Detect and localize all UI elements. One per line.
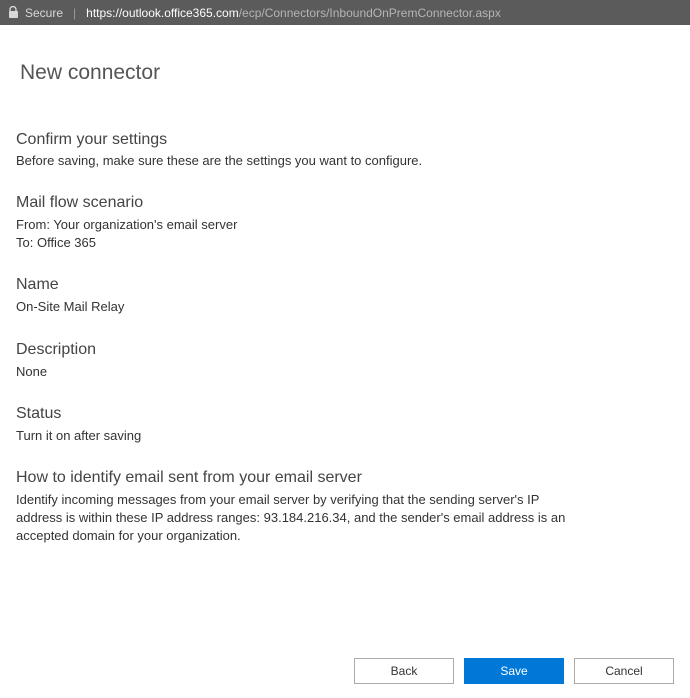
status-value: Turn it on after saving — [16, 427, 674, 445]
save-button[interactable]: Save — [464, 658, 564, 684]
lock-icon — [8, 6, 19, 19]
addressbar-divider: | — [73, 6, 76, 20]
description-value: None — [16, 363, 674, 381]
identify-value: Identify incoming messages from your ema… — [16, 491, 586, 546]
dialog-content: New connector Confirm your settings Befo… — [0, 25, 690, 588]
mailflow-block: Mail flow scenario From: Your organizati… — [16, 194, 674, 252]
secure-label: Secure — [25, 6, 63, 20]
status-label: Status — [16, 405, 674, 423]
page-title: New connector — [20, 61, 674, 85]
name-value: On-Site Mail Relay — [16, 298, 674, 316]
description-label: Description — [16, 341, 674, 359]
cancel-button[interactable]: Cancel — [574, 658, 674, 684]
identify-block: How to identify email sent from your ema… — [16, 469, 674, 546]
mailflow-to: To: Office 365 — [16, 234, 674, 252]
browser-address-bar: Secure | https://outlook.office365.com/e… — [0, 0, 690, 25]
url: https://outlook.office365.com/ecp/Connec… — [86, 6, 501, 20]
confirm-subtext: Before saving, make sure these are the s… — [16, 153, 674, 168]
name-block: Name On-Site Mail Relay — [16, 276, 674, 316]
back-button[interactable]: Back — [354, 658, 454, 684]
name-label: Name — [16, 276, 674, 294]
identify-label: How to identify email sent from your ema… — [16, 469, 674, 487]
mailflow-label: Mail flow scenario — [16, 194, 674, 212]
url-origin: https://outlook.office365.com — [86, 6, 239, 20]
mailflow-from: From: Your organization's email server — [16, 216, 674, 234]
confirm-heading: Confirm your settings — [16, 131, 674, 149]
description-block: Description None — [16, 341, 674, 381]
url-path: /ecp/Connectors/InboundOnPremConnector.a… — [239, 6, 501, 20]
status-block: Status Turn it on after saving — [16, 405, 674, 445]
button-row: Back Save Cancel — [0, 638, 690, 698]
